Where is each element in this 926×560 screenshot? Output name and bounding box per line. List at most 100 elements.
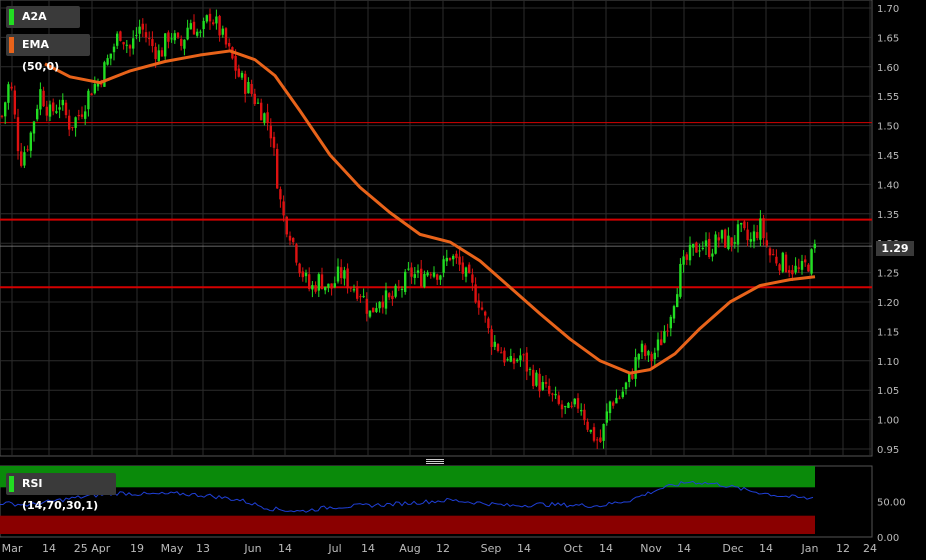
- candle-body: [653, 352, 656, 360]
- candle-body: [810, 249, 813, 274]
- candle-body: [221, 28, 224, 35]
- candle-body: [324, 286, 327, 291]
- symbol-swatch: [9, 9, 14, 25]
- candle-body: [26, 149, 29, 151]
- candle-body: [295, 244, 298, 263]
- candle-body: [528, 368, 532, 370]
- candle-body: [804, 259, 807, 263]
- y-tick-label: 1.45: [877, 151, 899, 162]
- y-tick-label: 1.40: [877, 180, 899, 191]
- candle-body: [55, 111, 58, 113]
- candle-body: [554, 393, 557, 396]
- rsi-oversold-zone: [0, 515, 815, 534]
- candle-body: [138, 26, 141, 34]
- candle-body: [381, 301, 384, 308]
- candle-body: [36, 108, 39, 120]
- candle-body: [736, 224, 740, 245]
- candle-body: [685, 254, 688, 260]
- candle-body: [205, 15, 208, 22]
- x-tick-label: 19: [130, 542, 144, 555]
- candle-body: [333, 283, 336, 288]
- candle-body: [525, 352, 528, 372]
- rsi-label: RSI (14,70,30,1): [22, 477, 99, 512]
- x-tick-label: 12: [436, 542, 450, 555]
- x-tick-label: May: [161, 542, 184, 555]
- candle-body: [39, 89, 42, 110]
- candle-body: [644, 345, 647, 356]
- candle-body: [608, 401, 612, 414]
- candle-body: [733, 242, 736, 244]
- y-tick-label: 1.50: [877, 122, 899, 133]
- rsi-legend[interactable]: RSI (14,70,30,1): [6, 473, 116, 512]
- candle-body: [298, 263, 301, 274]
- candle-body: [701, 247, 704, 249]
- candle-body: [16, 117, 20, 152]
- candle-body: [564, 406, 567, 408]
- candle-body: [272, 136, 276, 148]
- candle-body: [500, 352, 503, 354]
- candle-body: [196, 31, 199, 36]
- ema-legend[interactable]: EMA (50,0): [6, 34, 90, 73]
- candle-body: [388, 293, 391, 298]
- candle-body: [676, 294, 679, 308]
- candle-body: [135, 34, 138, 36]
- candle-body: [509, 356, 512, 362]
- candle-body: [384, 290, 388, 309]
- candle-body: [132, 38, 135, 49]
- candle-body: [400, 289, 404, 291]
- x-tick-label: 24: [863, 542, 877, 555]
- candle-body: [340, 267, 343, 279]
- candle-body: [407, 268, 410, 270]
- candle-body: [704, 240, 708, 247]
- candle-body: [304, 272, 308, 277]
- candle-body: [535, 372, 538, 386]
- candle-body: [455, 253, 458, 259]
- candle-body: [103, 62, 106, 87]
- candle-body: [660, 339, 663, 346]
- candle-body: [487, 318, 490, 329]
- price-chart[interactable]: 1.701.651.601.551.501.451.401.351.301.25…: [0, 0, 926, 560]
- x-tick-label: 14: [42, 542, 56, 555]
- candle-body: [544, 381, 548, 385]
- candle-body: [522, 354, 525, 356]
- candle-body: [682, 256, 685, 265]
- candle-body: [240, 72, 244, 78]
- splitter-grip-icon[interactable]: [426, 459, 444, 464]
- candle-body: [13, 90, 16, 115]
- candle-body: [352, 289, 356, 291]
- x-tick-label: 25 Apr: [74, 542, 111, 555]
- candle-body: [90, 93, 93, 96]
- candle-body: [490, 329, 493, 347]
- x-tick-label: 13: [196, 542, 210, 555]
- symbol-legend[interactable]: A2A SpA: [6, 6, 80, 45]
- candle-body: [164, 33, 167, 57]
- y-tick-label: 1.00: [877, 416, 899, 427]
- candle-body: [247, 81, 250, 94]
- candle-body: [394, 285, 397, 297]
- candle-body: [282, 201, 285, 216]
- candle-body: [253, 93, 256, 105]
- candle-body: [749, 239, 752, 242]
- candle-body: [58, 107, 61, 110]
- candle-body: [474, 284, 477, 303]
- x-tick-label: Aug: [399, 542, 420, 555]
- candle-body: [320, 274, 324, 289]
- panel-splitter[interactable]: [0, 457, 926, 465]
- candle-body: [144, 32, 148, 38]
- candle-body: [768, 248, 772, 256]
- candle-body: [621, 391, 624, 398]
- candle-body: [800, 261, 804, 270]
- last-price-tag: 1.29: [876, 241, 914, 256]
- candle-body: [784, 254, 788, 273]
- candle-body: [330, 283, 333, 289]
- candle-body: [212, 22, 215, 25]
- candle-body: [484, 311, 487, 316]
- candle-body: [570, 405, 573, 407]
- x-tick-label: Sep: [481, 542, 502, 555]
- candle-body: [708, 238, 711, 258]
- candle-body: [234, 55, 237, 71]
- candle-body: [32, 121, 36, 134]
- candle-body: [42, 90, 45, 107]
- candle-body: [740, 222, 743, 225]
- y-tick-label: 1.65: [877, 33, 899, 44]
